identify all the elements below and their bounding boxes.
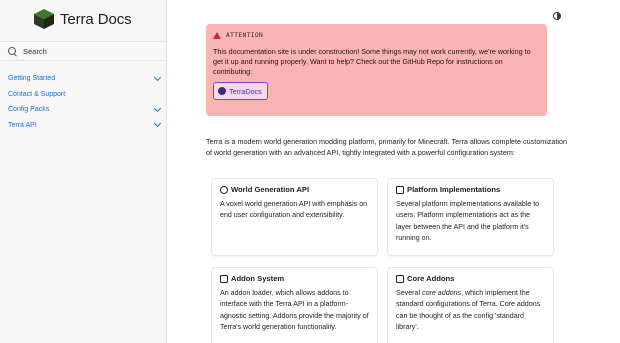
sidebar-nav: Getting Started Contact & Support Config…: [0, 71, 166, 133]
sidebar-item-contact-support[interactable]: Contact & Support: [0, 87, 166, 103]
contrast-icon[interactable]: [553, 12, 561, 20]
card-title: Core Addons: [396, 274, 545, 283]
card-title: World Generation API: [220, 185, 369, 194]
globe-icon: [220, 185, 228, 194]
chevron-down-icon[interactable]: [153, 73, 162, 81]
card-text-prefix: Several: [396, 289, 423, 297]
card-title-text: World Generation API: [231, 185, 310, 194]
terra-cube-logo: [34, 9, 54, 29]
attention-callout: ATTENTION This documentation site is und…: [206, 24, 547, 116]
search-button[interactable]: Search: [0, 41, 166, 61]
platform-icon: [396, 185, 404, 194]
callout-heading: ATTENTION: [213, 32, 539, 39]
sidebar-item-getting-started[interactable]: Getting Started: [0, 71, 166, 87]
github-icon: [218, 87, 226, 95]
feature-card-world-generation-api[interactable]: World Generation API A voxel world gener…: [211, 178, 378, 256]
site-title: Terra Docs: [60, 10, 132, 28]
github-repo-button[interactable]: TerraDocs: [213, 82, 268, 100]
puzzle-icon: [220, 274, 228, 283]
sidebar-item-label: Config Packs: [8, 106, 50, 114]
sidebar: Terra Docs Search Getting Started Contac…: [0, 0, 167, 343]
github-repo-label: TerraDocs: [229, 86, 262, 96]
card-title-text: Addon System: [231, 274, 285, 283]
card-title-text: Core Addons: [407, 274, 455, 283]
sidebar-item-label: Terra API: [8, 121, 37, 129]
sidebar-item-terra-api[interactable]: Terra API: [0, 118, 166, 134]
addons-icon: [396, 274, 404, 283]
sidebar-item-label: Contact & Support: [8, 90, 66, 98]
intro-paragraph: Terra is a modern world generation moddi…: [206, 137, 567, 157]
search-label: Search: [23, 46, 47, 56]
search-icon: [8, 46, 17, 56]
card-text-emphasis: core addons: [422, 289, 462, 297]
card-text: An addon loader, which allows addons to …: [220, 289, 369, 331]
card-text: Several platform implementations availab…: [396, 200, 540, 242]
chevron-down-icon[interactable]: [153, 104, 162, 112]
callout-heading-text: ATTENTION: [226, 32, 264, 39]
feature-card-core-addons[interactable]: Core Addons Several core addons, which i…: [387, 267, 554, 343]
card-title: Platform Implementations: [396, 185, 545, 194]
callout-text: This documentation site is under constru…: [213, 47, 531, 76]
feature-card-addon-system[interactable]: Addon System An addon loader, which allo…: [211, 267, 378, 343]
docs-page: Terra Docs Search Getting Started Contac…: [0, 0, 620, 343]
chevron-down-icon[interactable]: [153, 120, 162, 128]
card-text: A voxel world generation API with emphas…: [220, 200, 368, 220]
warning-icon: [213, 32, 221, 39]
sidebar-item-config-packs[interactable]: Config Packs: [0, 102, 166, 118]
card-title: Addon System: [220, 274, 369, 283]
sidebar-item-label: Getting Started: [8, 75, 56, 83]
card-text: Several core addons, which implement the…: [396, 288, 545, 333]
feature-card-platform-implementations[interactable]: Platform Implementations Several platfor…: [387, 178, 554, 256]
brand[interactable]: Terra Docs: [0, 3, 166, 35]
card-title-text: Platform Implementations: [407, 185, 501, 194]
